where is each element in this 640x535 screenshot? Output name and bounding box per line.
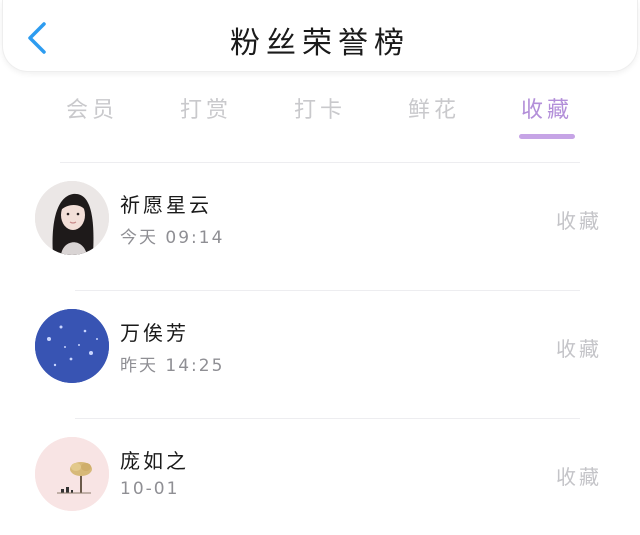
fan-name: 祈愿星云 xyxy=(120,193,212,217)
tab-favorites[interactable]: 收藏 xyxy=(507,92,587,124)
tree-illustration xyxy=(35,437,109,511)
tab-checkin[interactable]: 打卡 xyxy=(280,92,360,124)
blue-snow-image xyxy=(35,309,109,383)
tab-bar: 会员 打赏 打卡 鲜花 收藏 xyxy=(0,84,640,144)
tab-tips[interactable]: 打赏 xyxy=(166,92,246,124)
tab-members[interactable]: 会员 xyxy=(52,92,132,124)
list-item[interactable]: 庞如之 10-01 收藏 xyxy=(0,419,640,535)
action-label: 收藏 xyxy=(556,209,602,233)
active-tab-indicator xyxy=(519,134,575,139)
fan-name: 庞如之 xyxy=(120,449,189,473)
fan-time: 今天 09:14 xyxy=(120,228,225,248)
fan-time: 10-01 xyxy=(120,479,180,499)
avatar xyxy=(35,437,109,511)
top-bar: 粉丝荣誉榜 xyxy=(2,0,638,72)
action-label: 收藏 xyxy=(556,337,602,361)
fan-time: 昨天 14:25 xyxy=(120,356,225,376)
avatar xyxy=(35,309,109,383)
portrait-photo xyxy=(35,181,109,255)
page-title: 粉丝荣誉榜 xyxy=(230,26,410,61)
tab-flowers[interactable]: 鲜花 xyxy=(394,92,474,124)
fan-name: 万俟芳 xyxy=(120,321,189,345)
avatar xyxy=(35,181,109,255)
list-item[interactable]: 祈愿星云 今天 09:14 收藏 xyxy=(0,163,640,291)
app-screen: 粉丝荣誉榜 会员 打赏 打卡 鲜花 收藏 祈愿星云 今天 09:14 收藏 万俟… xyxy=(0,0,640,535)
action-label: 收藏 xyxy=(556,465,602,489)
list-item[interactable]: 万俟芳 昨天 14:25 收藏 xyxy=(0,291,640,419)
